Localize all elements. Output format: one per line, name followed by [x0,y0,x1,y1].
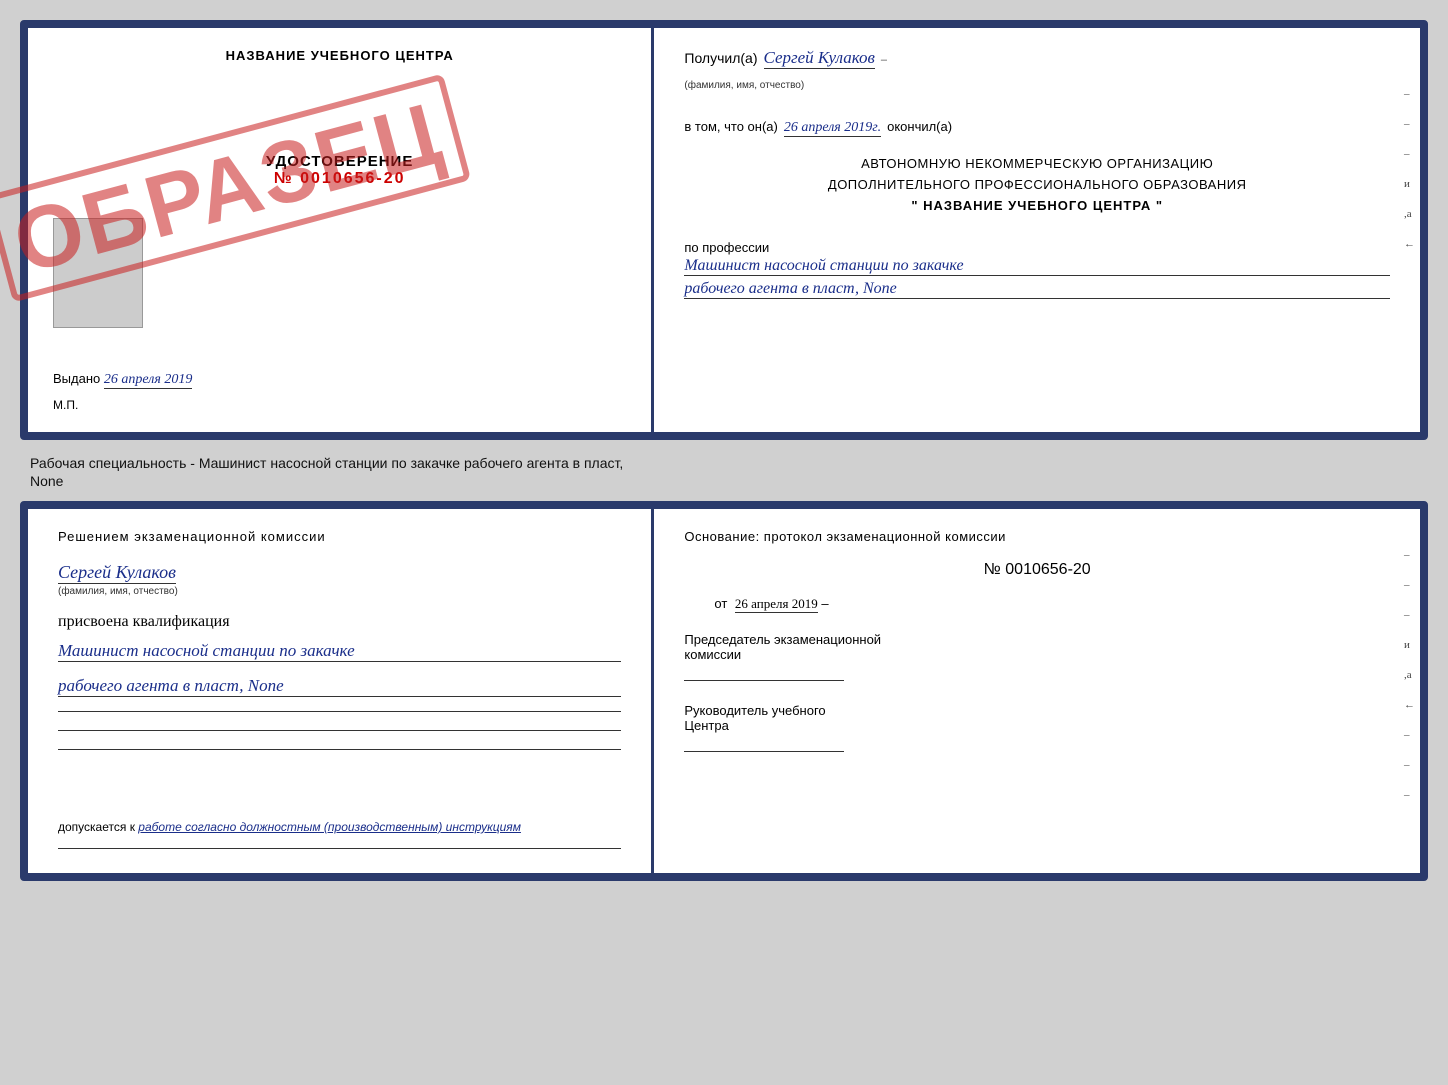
dopuskaetsya-block: допускается к работе согласно должностны… [58,820,621,834]
vydano-date: 26 апреля 2019 [104,372,192,389]
udostoverenie-label: УДОСТОВЕРЕНИЕ [53,153,626,170]
kvalif-line1: Машинист насосной станции по закачке [58,641,621,662]
protocol-number: № 0010656-20 [684,561,1390,579]
dopuskaetsya-prefix: допускается к [58,820,135,834]
vtom-block: в том, что он(а) 26 апреля 2019г. окончи… [684,115,1390,137]
bottom-familiya-hint: (фамилия, имя, отчество) [58,586,621,597]
blank-line-2 [58,730,621,731]
kvalif-line2: рабочего агента в пласт, None [58,676,621,697]
top-right-panel: Получил(а) Сергей Кулаков – (фамилия, им… [654,28,1420,432]
predsedatel-line1: Председатель экзаменационной [684,632,1390,647]
org-line2: ДОПОЛНИТЕЛЬНОГО ПРОФЕССИОНАЛЬНОГО ОБРАЗО… [684,175,1390,196]
bottom-name-block: Сергей Кулаков (фамилия, имя, отчество) [58,562,621,597]
poluchil-name: Сергей Кулаков [764,48,875,69]
ot-date: 26 апреля 2019 [735,596,818,613]
photo-placeholder [53,218,143,328]
mp-label: М.П. [53,398,626,412]
prisvoena-text: присвоена квалификация [58,613,621,631]
vtom-date: 26 апреля 2019г. [784,120,881,137]
vydano-label: Выдано [53,371,100,386]
blank-line-1 [58,711,621,712]
bottom-right-marks: – – – и ,а ← – – – [1404,549,1415,801]
profession-line1: Машинист насосной станции по закачке [684,257,1390,276]
udostoverenie-block: УДОСТОВЕРЕНИЕ № 0010656-20 [53,153,626,188]
vydano-block: Выдано 26 апреля 2019 [53,371,626,393]
profession-block: по профессии Машинист насосной станции п… [684,234,1390,299]
poluchil-prefix: Получил(а) [684,50,757,66]
blank-line-bottom [58,848,621,849]
caption-text: Рабочая специальность - Машинист насосно… [20,450,1428,473]
org-line3: " НАЗВАНИЕ УЧЕБНОГО ЦЕНТРА " [684,196,1390,217]
udostoverenie-number: № 0010656-20 [53,170,626,188]
blank-line-3 [58,749,621,750]
poluchil-block: Получил(а) Сергей Кулаков – (фамилия, им… [684,48,1390,93]
top-left-panel: НАЗВАНИЕ УЧЕБНОГО ЦЕНТРА ОБРАЗЕЦ УДОСТОВ… [28,28,654,432]
familiya-hint-top: (фамилия, имя, отчество) [684,80,804,91]
org-block: АВТОНОМНУЮ НЕКОММЕРЧЕСКУЮ ОРГАНИЗАЦИЮ ДО… [684,154,1390,216]
bottom-name-handwritten: Сергей Кулаков [58,562,176,584]
rukovoditel-line2: Центра [684,718,1390,733]
predsedatel-signature-line [684,680,844,681]
predsedatel-line2: комиссии [684,647,1390,662]
right-side-marks: – – – и ,а ← [1404,88,1415,250]
bottom-left-panel: Решением экзаменационной комиссии Сергей… [28,509,654,873]
rukovoditel-block: Руководитель учебного Центра [684,703,1390,752]
predsedatel-block: Председатель экзаменационной комиссии [684,632,1390,681]
ot-label: от [714,596,727,611]
caption-text2: None [20,473,1428,491]
top-document: НАЗВАНИЕ УЧЕБНОГО ЦЕНТРА ОБРАЗЕЦ УДОСТОВ… [20,20,1428,440]
rukovoditel-line1: Руководитель учебного [684,703,1390,718]
rukovoditel-signature-line [684,751,844,752]
page-wrapper: НАЗВАНИЕ УЧЕБНОГО ЦЕНТРА ОБРАЗЕЦ УДОСТОВ… [0,0,1448,1085]
ot-date-block: от 26 апреля 2019 – [684,596,1390,612]
dopuskaetsya-italic: работе согласно должностным (производств… [138,820,521,834]
bottom-right-panel: Основание: протокол экзаменационной коми… [654,509,1420,873]
osnovaniye-text: Основание: протокол экзаменационной коми… [684,529,1390,544]
profession-line2: рабочего агента в пласт, None [684,280,1390,299]
resheniem-text: Решением экзаменационной комиссии [58,529,621,544]
okonchil-label: окончил(а) [887,119,952,134]
po-professii: по профессии [684,240,1390,255]
top-left-title: НАЗВАНИЕ УЧЕБНОГО ЦЕНТРА [53,48,626,63]
caption-block: Рабочая специальность - Машинист насосно… [20,450,1428,491]
bottom-document: Решением экзаменационной комиссии Сергей… [20,501,1428,881]
dash-after-name: – [881,54,887,66]
left-inner-flex [53,208,626,338]
dash-ot: – [821,596,828,611]
vtom-prefix: в том, что он(а) [684,119,777,134]
org-line1: АВТОНОМНУЮ НЕКОММЕРЧЕСКУЮ ОРГАНИЗАЦИЮ [684,154,1390,175]
